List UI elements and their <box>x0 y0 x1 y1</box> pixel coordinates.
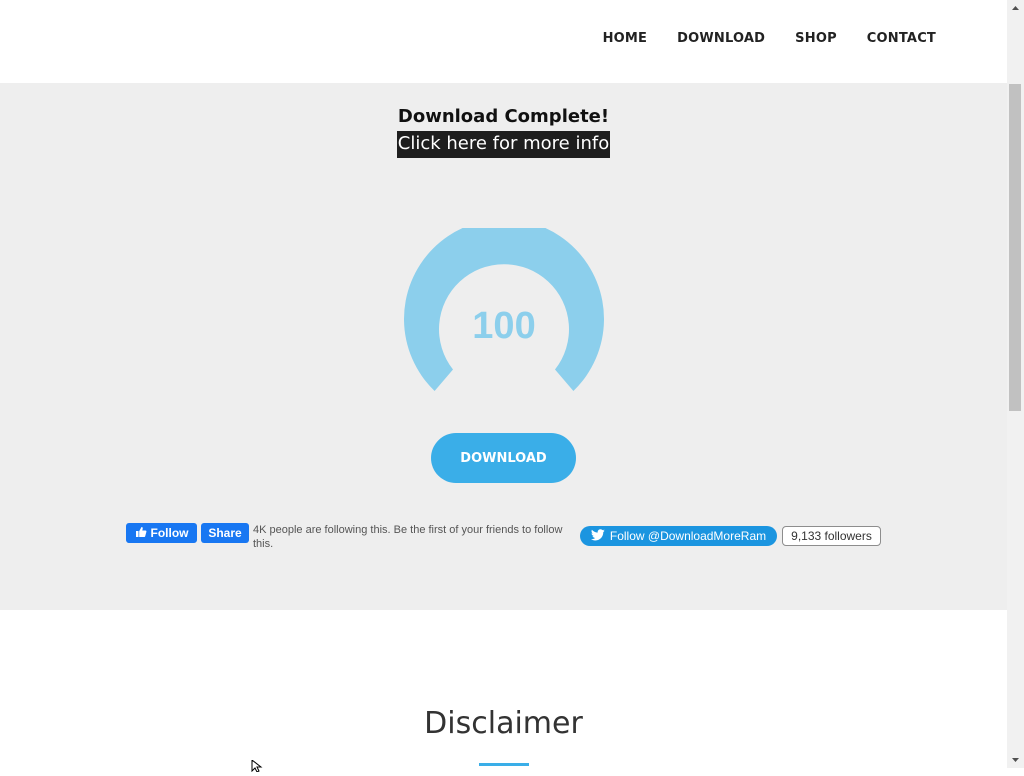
scroll-up-arrow-icon[interactable] <box>1007 0 1024 17</box>
main-nav: HOME DOWNLOAD SHOP CONTACT <box>603 31 936 46</box>
download-status-title: Download Complete! <box>397 106 610 127</box>
twitter-follow-label: Follow @DownloadMoreRam <box>609 529 767 543</box>
nav-download[interactable]: DOWNLOAD <box>677 31 765 46</box>
disclaimer-underline <box>479 763 529 766</box>
nav-contact[interactable]: CONTACT <box>867 31 936 46</box>
page-scrollbar[interactable] <box>1007 0 1024 768</box>
scrollbar-thumb[interactable] <box>1009 84 1021 411</box>
download-button[interactable]: DOWNLOAD <box>431 433 576 483</box>
facebook-follow-label: Follow <box>150 526 189 540</box>
gauge-value: 100 <box>472 305 536 347</box>
twitter-bird-icon <box>590 528 605 544</box>
hero-section: Download Complete! Click here for more i… <box>0 83 1007 610</box>
thumbs-up-icon <box>135 526 147 541</box>
facebook-follow-button[interactable]: Follow <box>126 523 197 543</box>
nav-home[interactable]: HOME <box>603 31 648 46</box>
facebook-share-button[interactable]: Share <box>201 523 249 543</box>
site-header: HOME DOWNLOAD SHOP CONTACT <box>0 0 1007 83</box>
twitter-follower-count[interactable]: 9,133 followers <box>782 526 881 546</box>
more-info-link[interactable]: Click here for more info <box>396 131 611 158</box>
scroll-down-arrow-icon[interactable] <box>1007 751 1024 768</box>
twitter-follow-button[interactable]: Follow @DownloadMoreRam <box>580 526 777 546</box>
facebook-follow-text: 4K people are following this. Be the fir… <box>253 524 563 550</box>
disclaimer-heading: Disclaimer <box>424 706 583 741</box>
mouse-cursor-icon <box>251 757 263 776</box>
nav-shop[interactable]: SHOP <box>795 31 837 46</box>
